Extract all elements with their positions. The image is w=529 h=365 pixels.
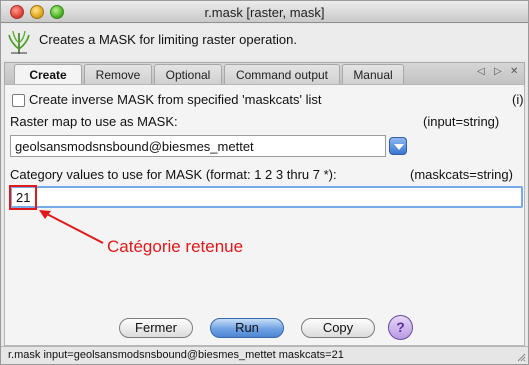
maskcats-label: Category values to use for MASK (format:… xyxy=(10,167,337,182)
copy-button[interactable]: Copy xyxy=(301,318,375,338)
command-preview: r.mask input=geolsansmodsnsbound@biesmes… xyxy=(8,349,344,361)
tab-remove[interactable]: Remove xyxy=(84,64,152,85)
window-title: r.mask [raster, mask] xyxy=(204,5,325,20)
raster-map-param: (input=string) xyxy=(423,114,500,129)
tab-manual[interactable]: Manual xyxy=(342,64,404,85)
status-bar: r.mask input=geolsansmodsnsbound@biesmes… xyxy=(1,346,528,364)
tab-create[interactable]: Create xyxy=(14,64,82,86)
annotation-label: Catégorie retenue xyxy=(107,237,244,256)
tab-next-icon[interactable]: ▷ xyxy=(494,66,502,77)
tab-close-icon[interactable]: ✕ xyxy=(510,66,518,77)
inverse-mask-flag: (i) xyxy=(512,92,524,107)
help-button[interactable]: ? xyxy=(388,315,413,340)
raster-map-select[interactable]: geolsansmodsnsbound@biesmes_mettet xyxy=(10,135,386,157)
module-description: Creates a MASK for limiting raster opera… xyxy=(39,32,297,47)
create-tab-panel: Create inverse MASK from specified 'mask… xyxy=(4,84,525,346)
tab-command-output[interactable]: Command output xyxy=(224,64,340,85)
title-bar: r.mask [raster, mask] xyxy=(1,1,528,23)
grass-logo-icon xyxy=(8,30,30,54)
module-header: Creates a MASK for limiting raster opera… xyxy=(1,24,528,60)
inverse-mask-label: Create inverse MASK from specified 'mask… xyxy=(29,92,322,107)
tab-optional[interactable]: Optional xyxy=(154,64,222,85)
fermer-button[interactable]: Fermer xyxy=(119,318,193,338)
raster-map-value: geolsansmodsnsbound@biesmes_mettet xyxy=(15,139,254,154)
tab-bar: Create Remove Optional Command output Ma… xyxy=(4,62,525,86)
run-button[interactable]: Run xyxy=(210,318,284,338)
raster-map-label: Raster map to use as MASK: xyxy=(10,114,178,129)
raster-map-dropdown-button[interactable] xyxy=(389,137,407,155)
resize-grip-icon[interactable] xyxy=(516,352,526,362)
maskcats-param: (maskcats=string) xyxy=(410,167,513,182)
annotation-arrow-icon xyxy=(39,210,104,244)
rmask-window: r.mask [raster, mask] Creates a MASK for… xyxy=(0,0,529,365)
annotation-highlight-box xyxy=(9,185,37,210)
maskcats-input[interactable]: 21 xyxy=(10,186,523,208)
inverse-mask-checkbox[interactable] xyxy=(12,94,25,107)
chevron-down-icon xyxy=(394,144,404,150)
tab-prev-icon[interactable]: ◁ xyxy=(477,66,485,77)
